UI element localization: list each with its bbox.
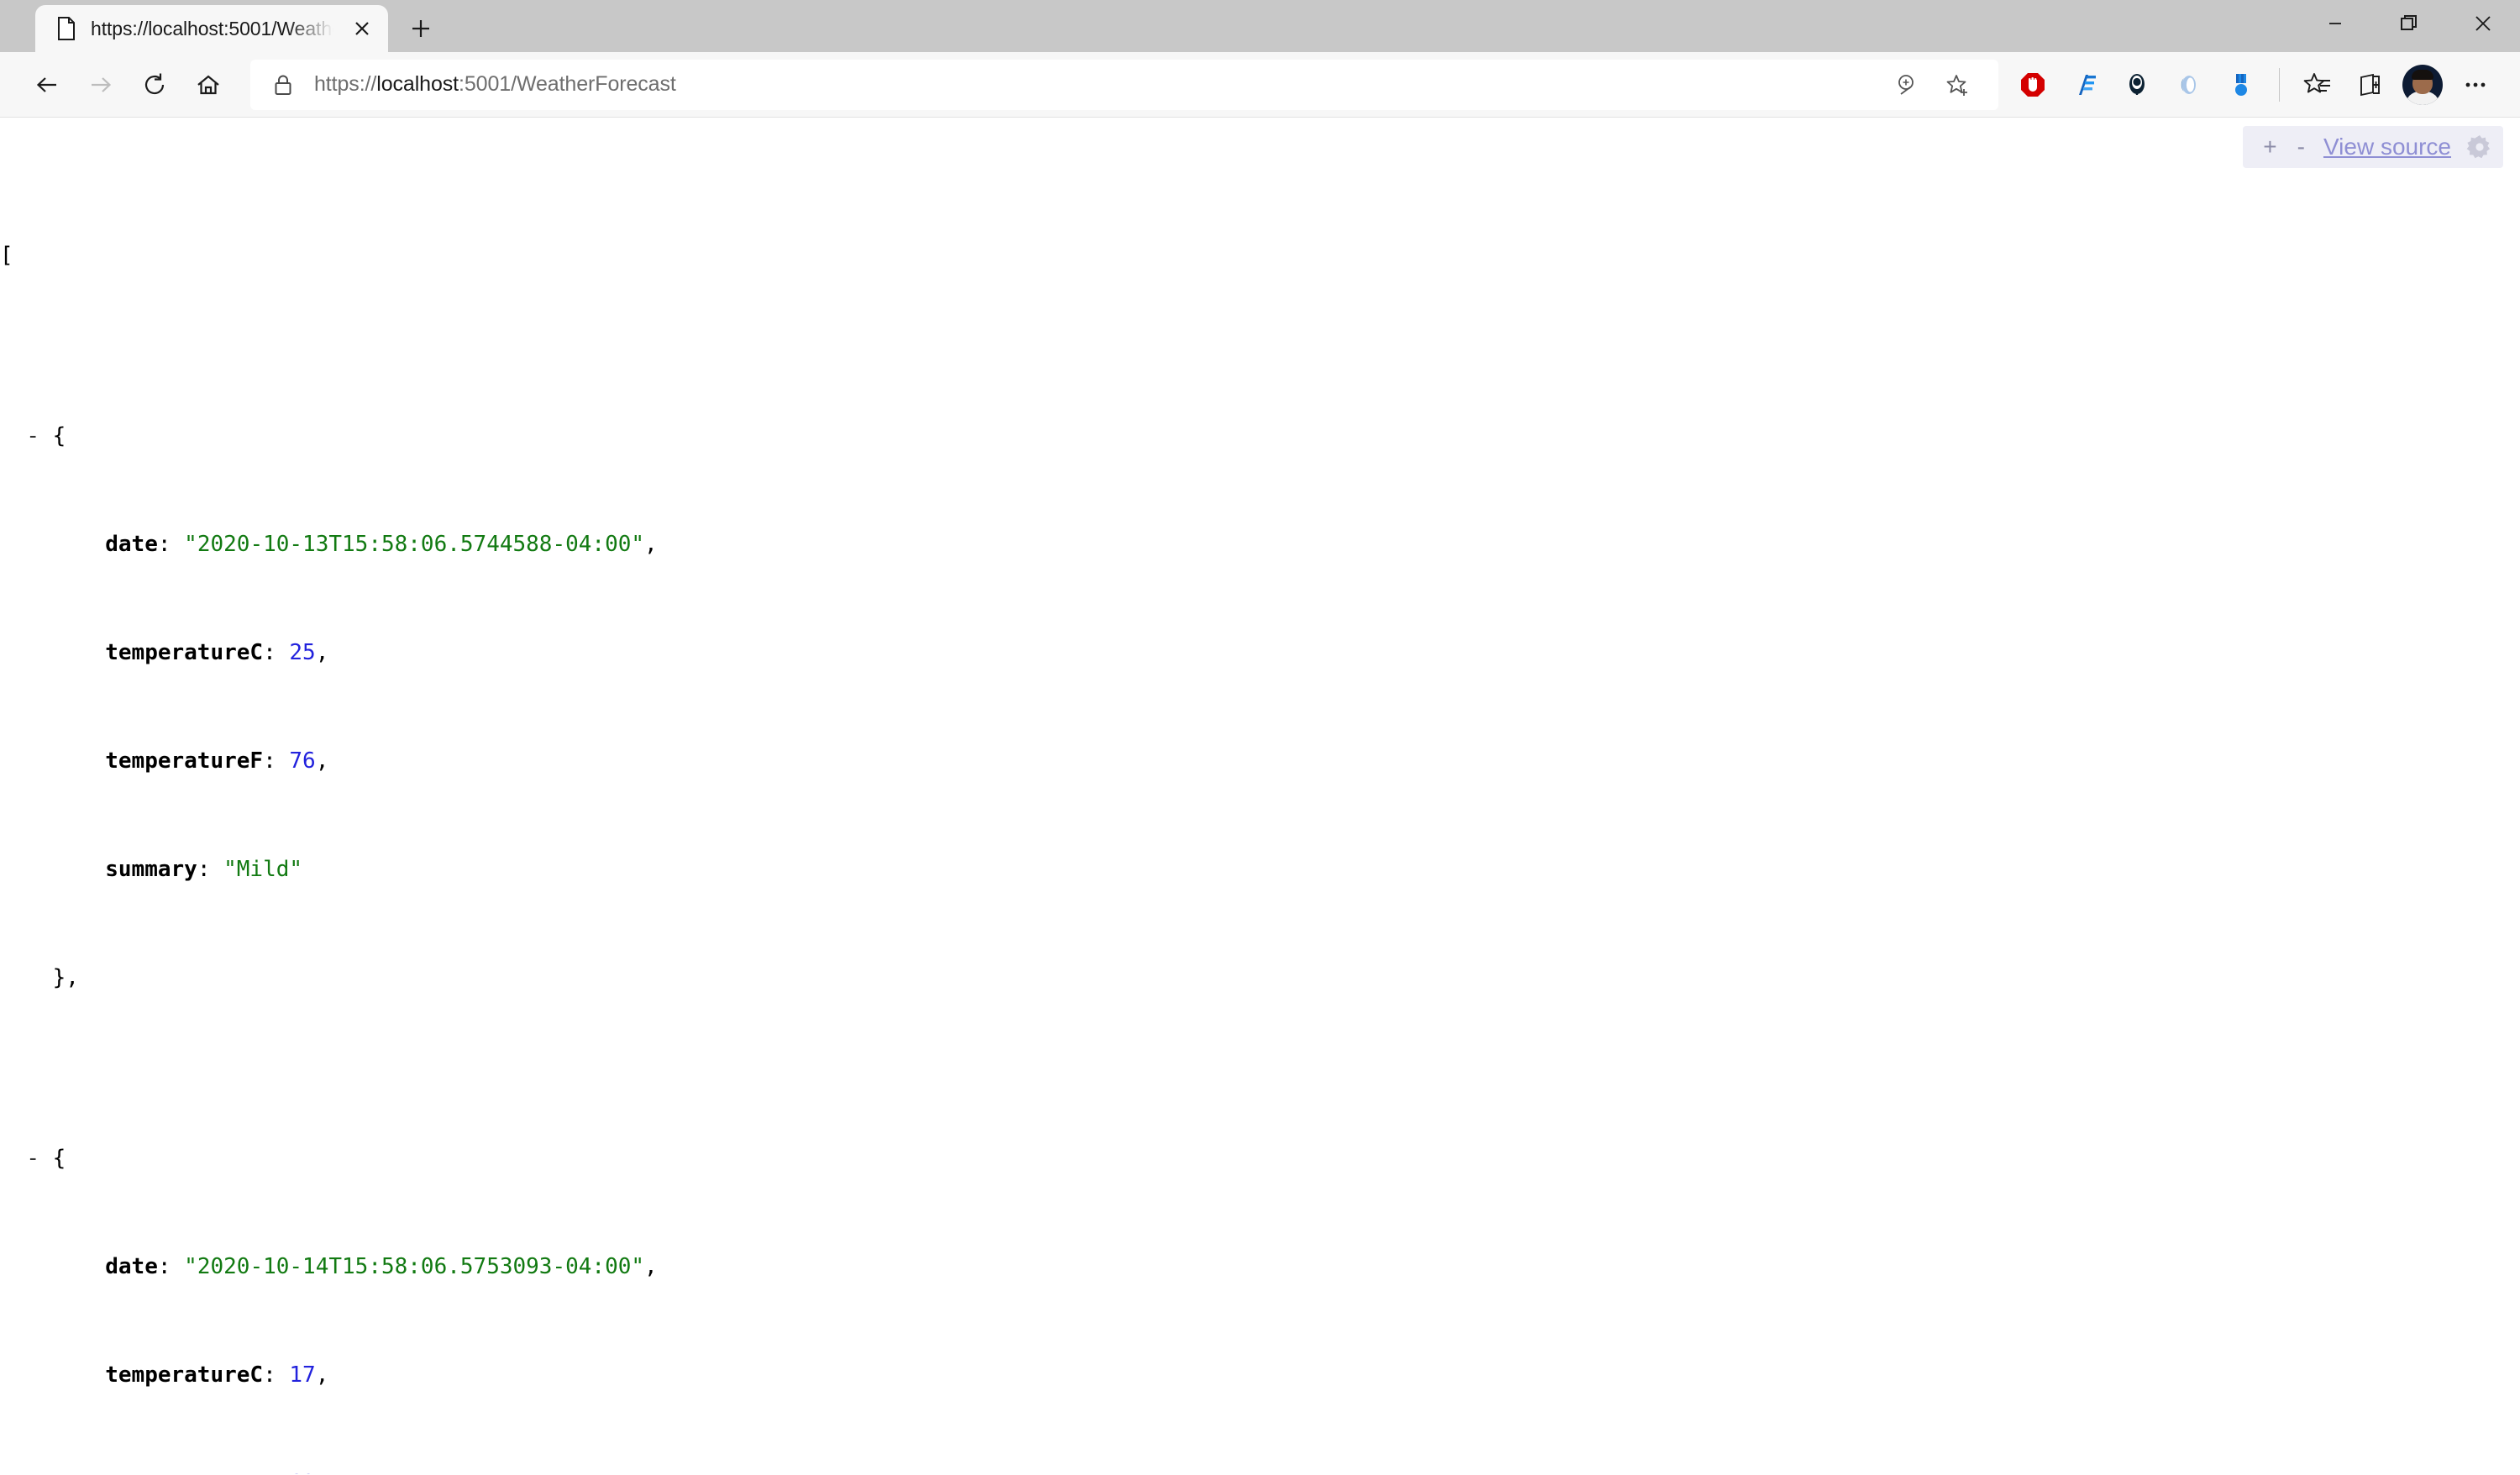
settings-more-icon[interactable] xyxy=(2449,59,2502,111)
json-object-close: }, xyxy=(0,960,2520,996)
key-temperatureF: temperatureF xyxy=(105,748,264,774)
avatar-hair xyxy=(2412,69,2433,80)
window-controls xyxy=(2298,0,2520,47)
object-close-brace: } xyxy=(52,965,66,990)
array-open-bracket: [ xyxy=(0,243,13,268)
json-viewer-controls: + - View source xyxy=(2243,126,2503,168)
url-path: :5001/WeatherForecast xyxy=(459,72,676,96)
json-property-summary: summary: "Mild" xyxy=(105,857,303,882)
expand-all-button[interactable]: + xyxy=(2253,135,2286,159)
key-date: date xyxy=(105,532,158,557)
json-property-temperatureF: temperatureF: 76, xyxy=(105,748,329,774)
json-property-temperatureC: temperatureC: 25, xyxy=(105,640,329,665)
json-line-open-array: [ xyxy=(0,238,2520,274)
value-date: "2020-10-14T15:58:06.5753093-04:00" xyxy=(184,1254,645,1279)
minimize-icon[interactable] xyxy=(2298,0,2372,47)
home-icon[interactable] xyxy=(181,58,235,112)
new-tab-button[interactable] xyxy=(395,5,447,52)
browser-tab[interactable]: https://localhost:5001/WeatherFo xyxy=(35,5,388,52)
key-temperatureC: temperatureC xyxy=(105,640,264,665)
gear-icon[interactable] xyxy=(2466,134,2493,160)
tab-strip: https://localhost:5001/WeatherFo xyxy=(0,0,447,52)
restore-icon[interactable] xyxy=(2372,0,2446,47)
collapse-toggle-icon[interactable]: - xyxy=(26,1146,39,1171)
medal-icon[interactable] xyxy=(2215,59,2267,111)
favorites-icon[interactable] xyxy=(2292,59,2344,111)
github-icon[interactable] xyxy=(2111,59,2163,111)
view-source-link[interactable]: View source xyxy=(2315,134,2460,160)
editor-pen-icon[interactable] xyxy=(2059,59,2111,111)
address-text: https://localhost:5001/WeatherForecast xyxy=(314,72,1882,97)
key-date: date xyxy=(105,1254,158,1279)
profile-avatar[interactable] xyxy=(2402,64,2443,105)
url-scheme: https:// xyxy=(314,72,377,96)
json-property-temperatureC: temperatureC: 17, xyxy=(105,1362,329,1388)
close-icon[interactable] xyxy=(2446,0,2520,47)
page-icon xyxy=(54,16,79,41)
json-object-open[interactable]: - { xyxy=(0,1141,2520,1177)
collapse-all-button[interactable]: - xyxy=(2287,135,2315,159)
key-temperatureC: temperatureC xyxy=(105,1362,264,1388)
tab-title: https://localhost:5001/WeatherFo xyxy=(91,17,336,39)
refresh-icon[interactable] xyxy=(128,58,181,112)
value-temperatureC: 17 xyxy=(289,1362,316,1388)
lock-icon xyxy=(270,72,296,97)
json-document: [ - { date: "2020-10-13T15:58:06.5744588… xyxy=(0,118,2520,1474)
key-summary: summary xyxy=(105,857,197,882)
close-tab-icon[interactable] xyxy=(348,14,376,43)
object-open-brace: { xyxy=(52,1146,66,1171)
collections-icon[interactable] xyxy=(2344,59,2396,111)
object-trailing-comma: , xyxy=(66,965,79,990)
value-temperatureF: 62 xyxy=(289,1471,315,1474)
navigation-toolbar: https://localhost:5001/WeatherForecast xyxy=(0,52,2520,118)
json-property-temperatureF: temperatureF: 62, xyxy=(0,1466,2520,1474)
swirl-icon[interactable] xyxy=(2163,59,2215,111)
add-favorite-icon[interactable] xyxy=(1933,60,1983,110)
json-property-date: date: "2020-10-14T15:58:06.5753093-04:00… xyxy=(105,1254,658,1279)
back-icon[interactable] xyxy=(20,58,74,112)
value-summary: "Mild" xyxy=(223,857,303,882)
ublock-origin-icon[interactable] xyxy=(2007,59,2059,111)
address-bar[interactable]: https://localhost:5001/WeatherForecast xyxy=(250,59,1998,110)
key-temperatureF: temperatureF xyxy=(105,1471,263,1474)
collapse-toggle-icon[interactable]: - xyxy=(26,423,39,449)
value-date: "2020-10-13T15:58:06.5744588-04:00" xyxy=(184,532,645,557)
value-temperatureC: 25 xyxy=(289,640,316,665)
json-property-date: date: "2020-10-13T15:58:06.5744588-04:00… xyxy=(105,532,658,557)
toolbar-divider xyxy=(2279,67,2280,102)
url-host: localhost xyxy=(376,72,459,96)
page-viewport: + - View source [ - { date: "2020-10-13T… xyxy=(0,118,2520,1474)
zoom-icon[interactable] xyxy=(1882,60,1933,110)
forward-icon xyxy=(74,58,128,112)
extensions-tray xyxy=(2007,59,2502,111)
json-object-open[interactable]: - { xyxy=(0,418,2520,454)
title-bar: https://localhost:5001/WeatherFo xyxy=(0,0,2520,52)
object-open-brace: { xyxy=(52,423,66,449)
value-temperatureF: 76 xyxy=(289,748,316,774)
